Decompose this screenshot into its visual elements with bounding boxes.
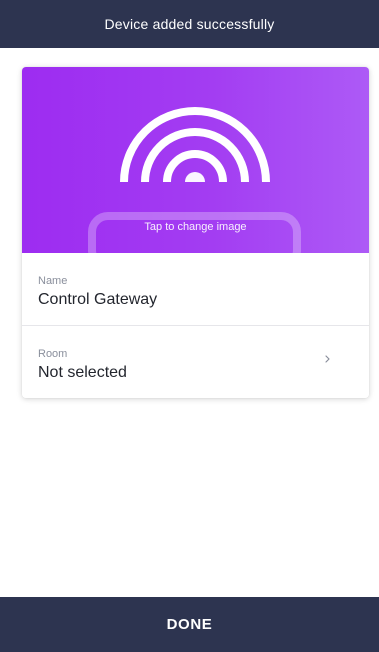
done-button[interactable]: DONE xyxy=(0,597,379,652)
done-label: DONE xyxy=(166,616,213,633)
room-label: Room xyxy=(38,348,68,360)
name-label: Name xyxy=(38,275,68,287)
device-image-button[interactable]: Tap to change image xyxy=(22,67,369,253)
page-title: Device added successfully xyxy=(104,16,275,32)
name-field[interactable]: Name Control Gateway xyxy=(22,253,369,326)
device-card: Tap to change image Name Control Gateway… xyxy=(22,67,369,398)
room-selector[interactable]: Room Not selected xyxy=(22,326,369,398)
room-value: Not selected xyxy=(38,364,127,381)
top-bar: Device added successfully xyxy=(0,0,379,48)
change-image-label: Tap to change image xyxy=(144,221,247,233)
chevron-right-icon xyxy=(325,355,330,363)
name-value: Control Gateway xyxy=(38,291,158,308)
